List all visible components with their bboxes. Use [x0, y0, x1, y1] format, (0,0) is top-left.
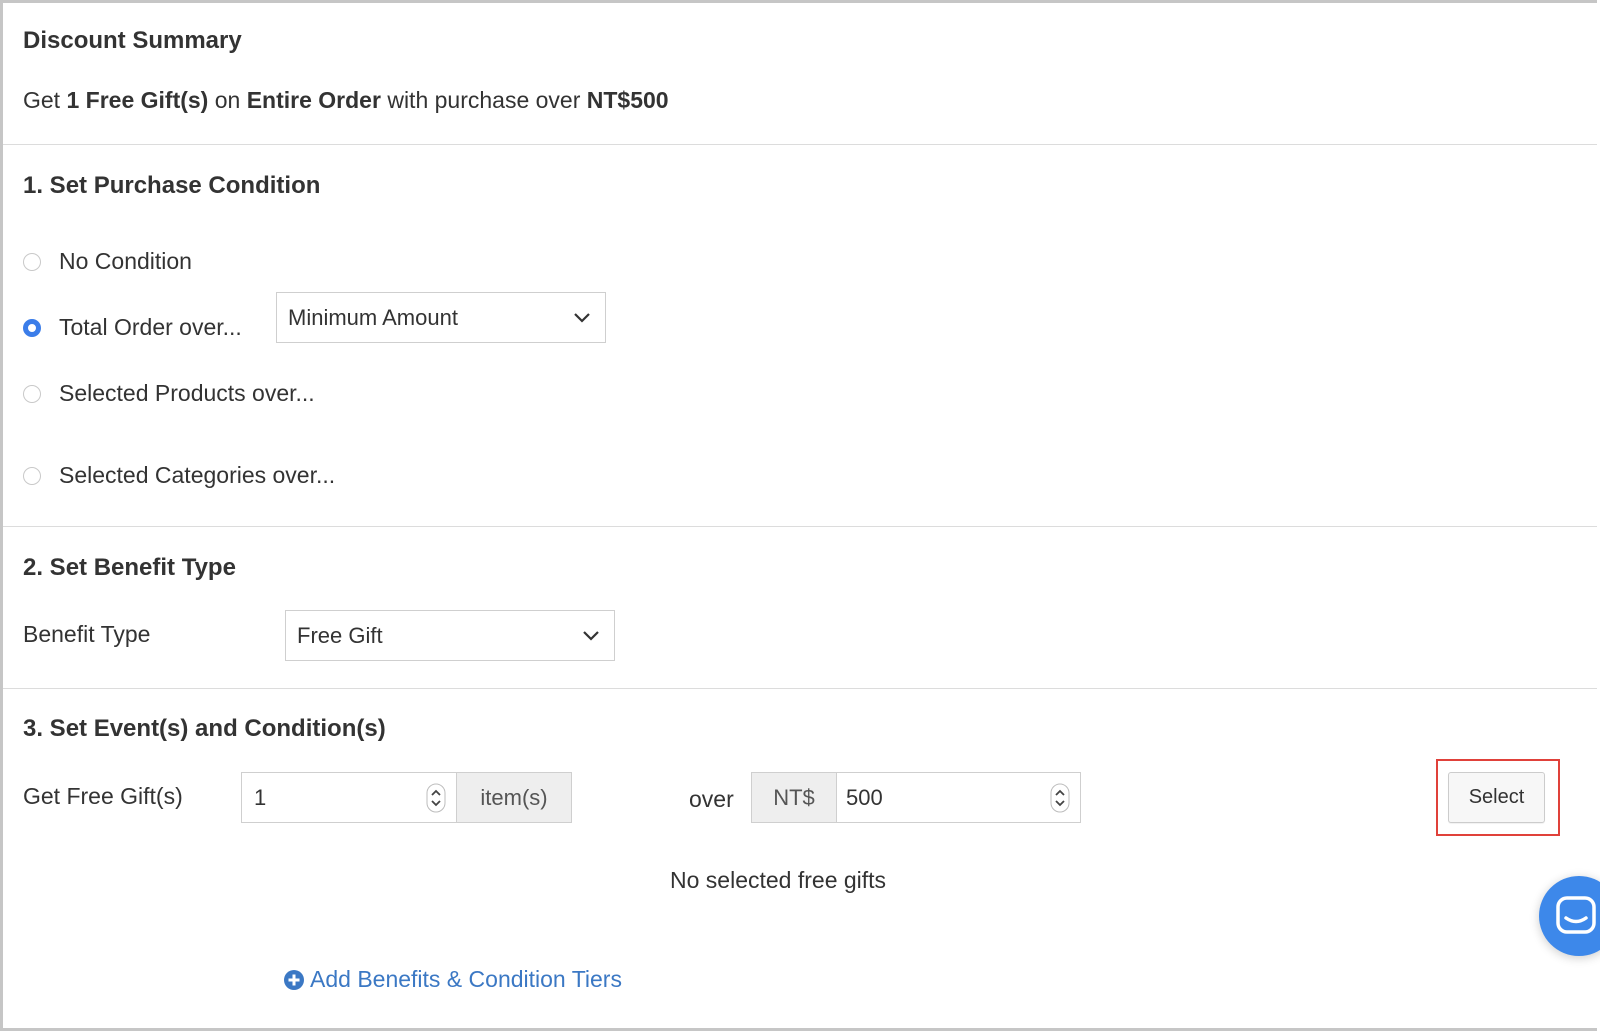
over-label: over — [689, 786, 734, 812]
quantity-unit-addon: item(s) — [456, 772, 572, 823]
empty-gifts-message: No selected free gifts — [670, 867, 887, 893]
chevron-down-icon — [583, 630, 599, 641]
radio-button[interactable] — [23, 384, 41, 403]
promotion-form: Discount Summary Get 1 Free Gift(s) on E… — [0, 0, 1597, 1031]
summary-with-purchase: with purchase over — [380, 87, 587, 113]
radio-no-condition[interactable]: No Condition — [23, 248, 192, 275]
amount-value: 500 — [846, 784, 883, 810]
benefit-type-section: 2. Set Benefit Type Benefit Type Free Gi… — [3, 526, 1597, 689]
add-tiers-link[interactable]: Add Benefits & Condition Tiers — [284, 966, 622, 993]
radio-label: Selected Products over... — [59, 380, 315, 406]
benefit-type-select[interactable]: Free Gift — [285, 610, 615, 661]
discount-summary-text: Get 1 Free Gift(s) on Entire Order with … — [23, 87, 669, 114]
threshold-type-value: Minimum Amount — [288, 304, 458, 330]
add-tiers-label: Add Benefits & Condition Tiers — [310, 966, 622, 992]
benefit-type-label: Benefit Type — [23, 621, 151, 647]
summary-on: on — [208, 87, 247, 113]
radio-button-checked[interactable] — [23, 318, 41, 337]
currency-addon: NT$ — [751, 772, 837, 823]
benefit-type-title: 2. Set Benefit Type — [23, 554, 236, 581]
select-gifts-button[interactable]: Select — [1448, 772, 1545, 823]
plus-circle-icon — [284, 969, 304, 990]
summary-prefix: Get — [23, 87, 67, 113]
events-conditions-section: 3. Set Event(s) and Condition(s) Get Fre… — [3, 688, 1597, 1028]
radio-label: Total Order over... — [59, 314, 242, 340]
chevron-down-icon — [574, 312, 590, 323]
summary-scope: Entire Order — [246, 87, 381, 113]
radio-button[interactable] — [23, 466, 41, 485]
number-spinner-icon[interactable] — [426, 783, 446, 813]
purchase-condition-title: 1. Set Purchase Condition — [23, 172, 321, 199]
radio-label: Selected Categories over... — [59, 462, 336, 488]
benefit-type-value: Free Gift — [297, 622, 383, 648]
summary-gift-count: 1 Free Gift(s) — [66, 87, 209, 113]
gift-quantity-value: 1 — [254, 784, 267, 810]
discount-summary-section: Discount Summary Get 1 Free Gift(s) on E… — [3, 3, 1597, 145]
get-free-gifts-label: Get Free Gift(s) — [23, 783, 183, 809]
summary-amount: NT$500 — [586, 87, 669, 113]
gift-quantity-input[interactable]: 1 — [241, 772, 457, 823]
amount-input[interactable]: 500 — [836, 772, 1081, 823]
purchase-condition-section: 1. Set Purchase Condition No Condition T… — [3, 144, 1597, 527]
radio-label: No Condition — [59, 248, 192, 274]
radio-button[interactable] — [23, 252, 41, 271]
radio-selected-categories[interactable]: Selected Categories over... — [23, 462, 335, 489]
threshold-type-select[interactable]: Minimum Amount — [276, 292, 606, 343]
discount-summary-title: Discount Summary — [23, 27, 242, 54]
radio-total-order[interactable]: Total Order over... — [23, 314, 242, 341]
chat-icon — [1556, 896, 1596, 934]
number-spinner-icon[interactable] — [1050, 783, 1070, 813]
radio-selected-products[interactable]: Selected Products over... — [23, 380, 315, 407]
events-conditions-title: 3. Set Event(s) and Condition(s) — [23, 715, 386, 742]
